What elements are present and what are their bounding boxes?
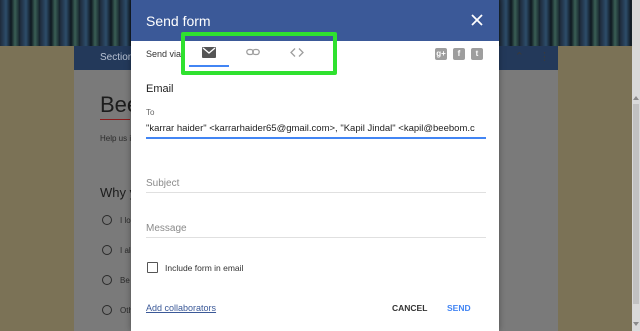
send-button[interactable]: SEND bbox=[447, 303, 471, 313]
email-section-title: Email bbox=[146, 83, 174, 95]
background-option-label: I al bbox=[120, 246, 131, 255]
dialog-title: Send form bbox=[146, 13, 211, 29]
add-collaborators-link[interactable]: Add collaborators bbox=[146, 303, 216, 313]
include-form-label: Include form in email bbox=[165, 263, 244, 273]
background-radio bbox=[102, 275, 112, 285]
background-more-icon: ⋮ bbox=[539, 51, 550, 63]
scroll-up-arrow-icon[interactable] bbox=[633, 96, 639, 100]
scroll-down-arrow-icon[interactable] bbox=[633, 322, 639, 326]
google-plus-icon[interactable]: g+ bbox=[435, 48, 447, 60]
background-radio bbox=[102, 305, 112, 315]
send-via-label: Send via bbox=[146, 49, 182, 59]
background-option-label: Be bbox=[120, 276, 130, 285]
background-radio bbox=[102, 245, 112, 255]
scrollbar[interactable] bbox=[632, 0, 640, 331]
background-radio bbox=[102, 215, 112, 225]
include-form-checkbox[interactable] bbox=[147, 262, 158, 273]
background-help-text: Help us i bbox=[100, 134, 132, 143]
close-icon[interactable] bbox=[469, 12, 485, 28]
background-chevron-icon: ⌃ bbox=[514, 51, 524, 63]
background-option-label: I lo bbox=[120, 216, 131, 225]
highlight-annotation-box bbox=[181, 32, 337, 75]
to-label: To bbox=[146, 108, 155, 117]
message-field-underline bbox=[146, 237, 486, 238]
scrollbar-thumb[interactable] bbox=[633, 104, 639, 304]
background-section-label: Section bbox=[100, 52, 134, 63]
twitter-icon[interactable]: t bbox=[471, 48, 483, 60]
facebook-icon[interactable]: f bbox=[453, 48, 465, 60]
background-title-underline bbox=[100, 119, 130, 120]
to-field-underline bbox=[146, 137, 486, 139]
subject-field-underline bbox=[146, 192, 486, 193]
to-field[interactable]: "karrar haider" <karrarhaider65@gmail.co… bbox=[146, 123, 486, 134]
cancel-button[interactable]: CANCEL bbox=[392, 303, 427, 313]
